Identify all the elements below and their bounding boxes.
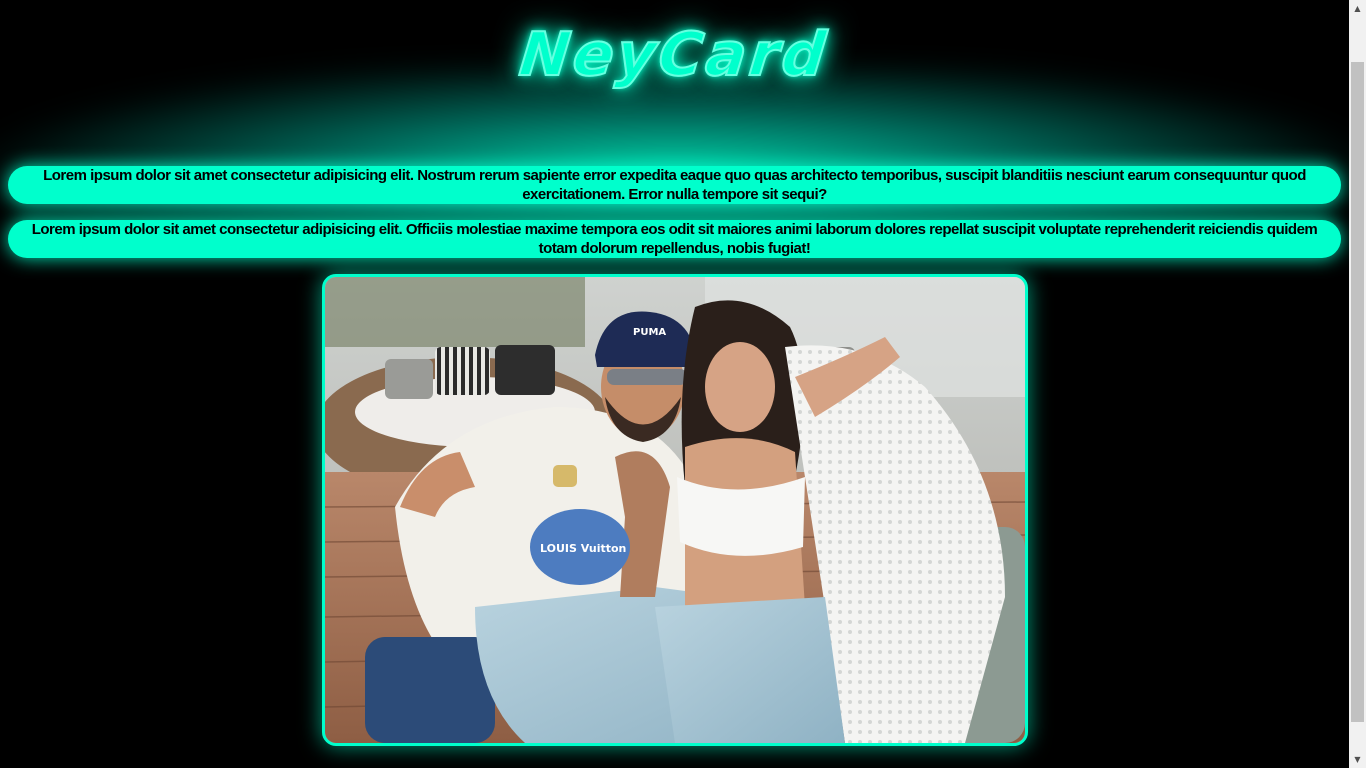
photo-frame: PUMA LOUIS Vuitton [322, 274, 1028, 746]
grey-pillow [385, 359, 433, 399]
plants [325, 277, 585, 347]
dotted-pillow [495, 345, 555, 395]
couple-photo: PUMA LOUIS Vuitton [325, 277, 1025, 743]
shirt-print-text: LOUIS Vuitton [540, 542, 626, 555]
header: NeyCard [0, 10, 1349, 100]
arrow-up-icon[interactable]: ▲ [1349, 0, 1366, 17]
woman-face [705, 342, 775, 432]
woman-jeans [655, 597, 845, 743]
text-card-2: Lorem ipsum dolor sit amet consectetur a… [8, 220, 1341, 258]
striped-pillow [435, 347, 490, 395]
text-card-1: Lorem ipsum dolor sit amet consectetur a… [8, 166, 1341, 204]
scrollbar-thumb[interactable] [1351, 62, 1364, 722]
sunglasses [607, 369, 687, 385]
page: NeyCard Lorem ipsum dolor sit amet conse… [0, 0, 1349, 768]
page-title: NeyCard [516, 19, 833, 91]
cap-logo: PUMA [633, 327, 666, 338]
vertical-scrollbar[interactable]: ▲ ▼ [1349, 0, 1366, 768]
arrow-down-icon[interactable]: ▼ [1349, 751, 1366, 768]
wristwatch [553, 465, 577, 487]
man-shorts [365, 637, 495, 743]
